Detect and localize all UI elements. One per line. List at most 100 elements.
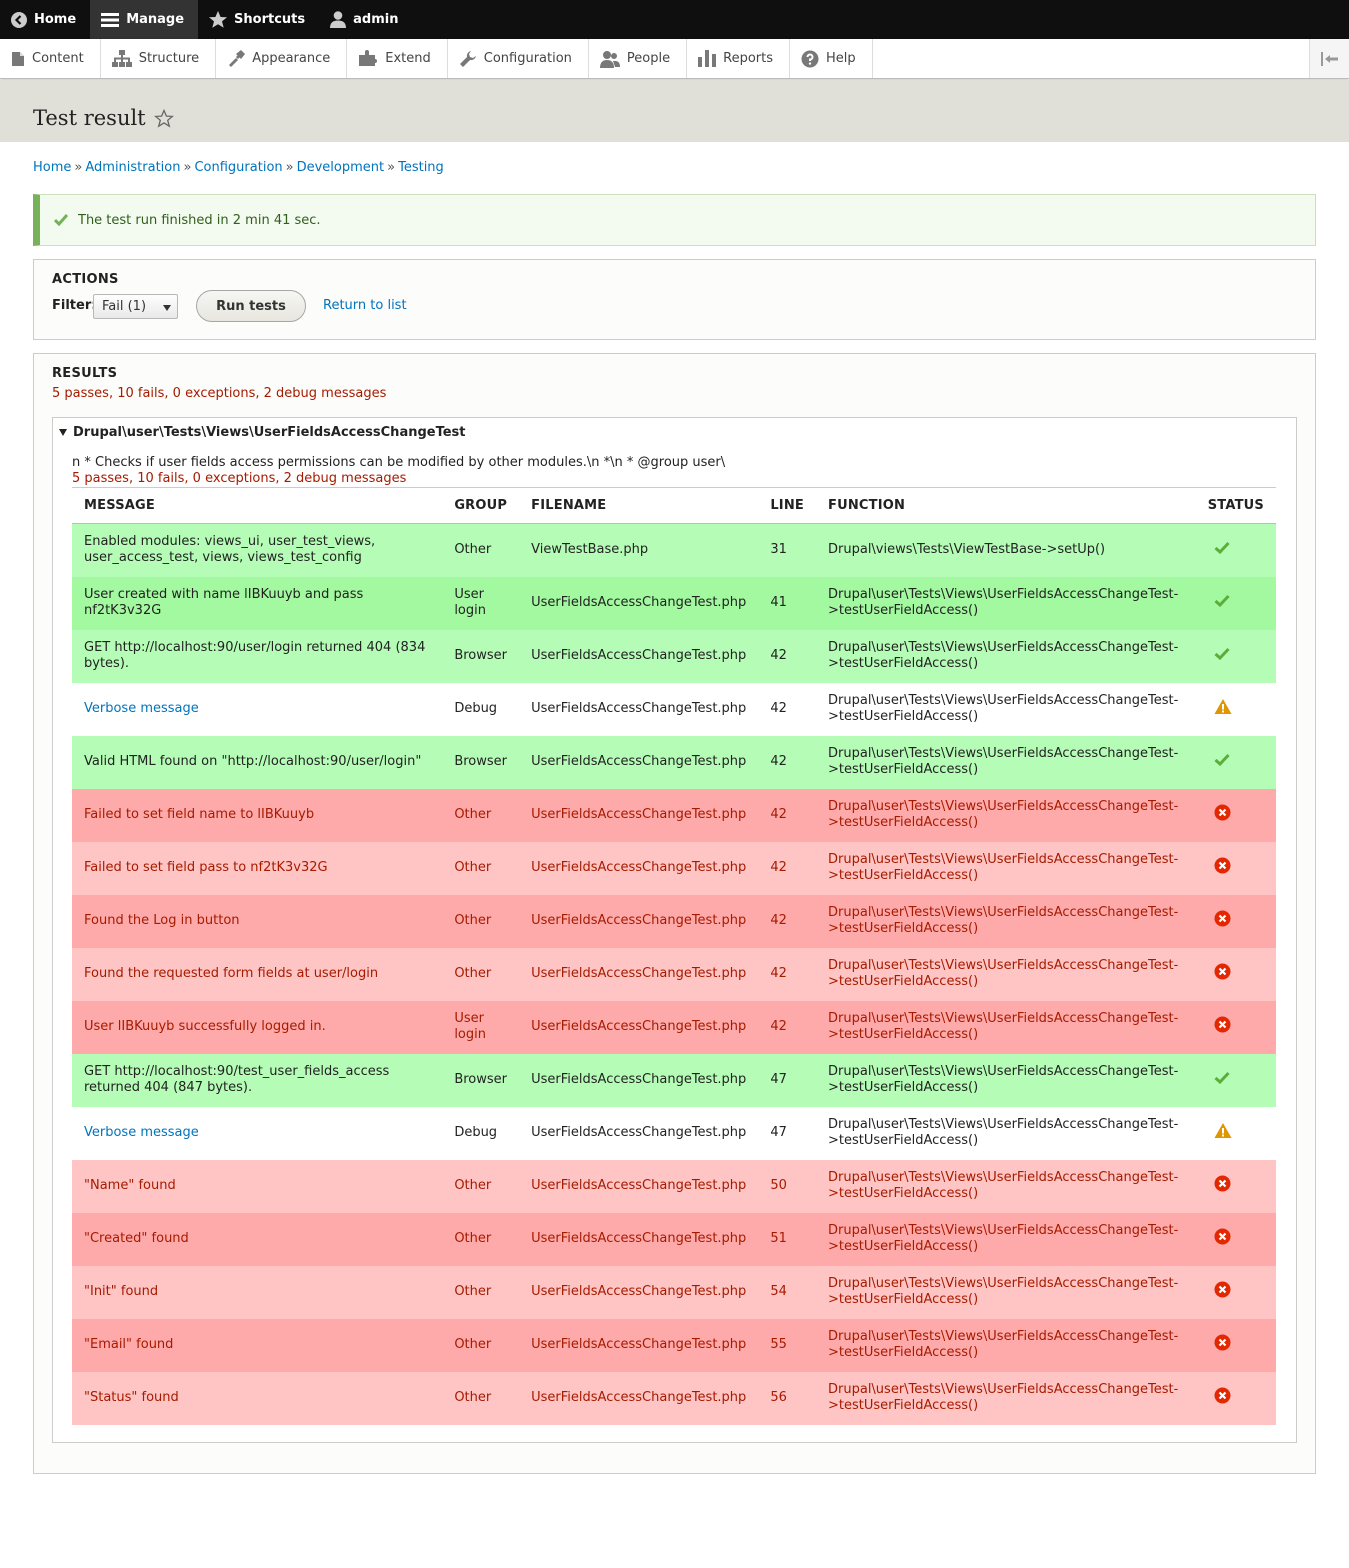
tray-item-people[interactable]: People (589, 39, 688, 78)
cell-function: Drupal\user\Tests\Views\UserFieldsAccess… (816, 629, 1196, 683)
verbose-message-link[interactable]: Verbose message (84, 701, 199, 716)
toolbar-shortcuts-label: Shortcuts (234, 12, 306, 27)
column-header: GROUP (442, 487, 520, 524)
star-icon (209, 11, 228, 28)
cell-status (1195, 1159, 1276, 1213)
cell-line: 42 (758, 894, 816, 948)
error-x-icon (1214, 857, 1231, 878)
tray-item-extend[interactable]: Extend (347, 39, 448, 78)
toolbar-home[interactable]: Home (0, 0, 90, 39)
cell-message: GET http://localhost:90/user/login retur… (72, 629, 443, 683)
run-tests-button[interactable]: Run tests (196, 290, 306, 322)
cell-status (1195, 1371, 1276, 1425)
cell-message: User lIBKuuyb successfully logged in. (72, 1000, 443, 1054)
test-group-summary[interactable]: Drupal\user\Tests\Views\UserFieldsAccess… (59, 425, 466, 440)
cell-function: Drupal\user\Tests\Views\UserFieldsAccess… (816, 682, 1196, 736)
results-table: MESSAGE GROUP FILENAME LINE FUNCTION STA… (72, 487, 1276, 1425)
disclosure-triangle-icon (59, 429, 67, 436)
cell-function: Drupal\user\Tests\Views\UserFieldsAccess… (816, 1000, 1196, 1054)
cell-status (1195, 841, 1276, 895)
cell-filename: UserFieldsAccessChangeTest.php (519, 629, 759, 683)
table-row: Verbose message Debug UserFieldsAccessChan… (72, 682, 1276, 736)
cell-group: Debug (442, 1106, 520, 1160)
column-header: STATUS (1195, 487, 1276, 524)
return-to-list-link[interactable]: Return to list (323, 298, 407, 313)
table-row: Found the Log in button Other UserFieldsAc… (72, 894, 1276, 948)
page-title: Test result (33, 106, 174, 130)
message-text: Failed to set field name to lIBKuuyb (84, 807, 315, 822)
tray-item-label: People (626, 51, 671, 66)
tray-item-structure[interactable]: Structure (101, 39, 217, 78)
message-text: Enabled modules: views_ui, user_test_vie… (84, 534, 376, 566)
tray-item-help[interactable]: Help (790, 39, 873, 78)
breadcrumb-development[interactable]: Development (297, 160, 385, 175)
message-text: Failed to set field pass to nf2tK3v32G (84, 860, 328, 875)
tray-item-label: Content (32, 51, 84, 66)
message-text: Found the requested form fields at user/… (84, 966, 379, 981)
table-row: Failed to set field name to lIBKuuyb Othe… (72, 788, 1276, 842)
cell-filename: UserFieldsAccessChangeTest.php (519, 1212, 759, 1266)
tray-orientation-toggle[interactable] (1309, 39, 1349, 78)
table-row: "Init" found Other UserFieldsAccessChangeT… (72, 1265, 1276, 1319)
cell-filename: UserFieldsAccessChangeTest.php (519, 1318, 759, 1372)
column-header: LINE (758, 487, 816, 524)
toolbar-user-label: admin (353, 12, 399, 27)
message-text: "Email" found (84, 1337, 174, 1352)
cell-status (1195, 894, 1276, 948)
actions-legend: ACTIONS (52, 272, 119, 287)
filter-label: Filter: (52, 298, 97, 313)
cell-status (1195, 1318, 1276, 1372)
cell-filename: UserFieldsAccessChangeTest.php (519, 841, 759, 895)
tray-item-reports[interactable]: Reports (687, 39, 790, 78)
toolbar-manage[interactable]: Manage (90, 0, 199, 39)
breadcrumb-home[interactable]: Home (33, 160, 71, 175)
breadcrumb-configuration[interactable]: Configuration (194, 160, 282, 175)
star-outline-icon[interactable] (153, 108, 174, 128)
cell-line: 42 (758, 947, 816, 1001)
cell-line: 41 (758, 576, 816, 630)
error-x-icon (1214, 1334, 1231, 1355)
cell-line: 42 (758, 682, 816, 736)
table-row: Verbose message Debug UserFieldsAccessChan… (72, 1106, 1276, 1160)
cell-line: 56 (758, 1371, 816, 1425)
filter-select[interactable]: Fail (1) (93, 294, 178, 319)
cell-group: Other (442, 1159, 520, 1213)
toolbar-shortcuts[interactable]: Shortcuts (198, 0, 319, 39)
cell-function: Drupal\user\Tests\Views\UserFieldsAccess… (816, 735, 1196, 789)
tray-item-appearance[interactable]: Appearance (216, 39, 348, 78)
cell-line: 47 (758, 1106, 816, 1160)
cell-line: 47 (758, 1053, 816, 1107)
tray-item-configuration[interactable]: Configuration (448, 39, 589, 78)
cell-group: User login (442, 1000, 520, 1054)
breadcrumb: Home» Administration» Configuration» Develo… (33, 160, 444, 175)
column-header: FILENAME (519, 487, 759, 524)
breadcrumb-administration[interactable]: Administration (85, 160, 180, 175)
tray-item-label: Reports (723, 51, 773, 66)
breadcrumb-testing[interactable]: Testing (398, 160, 444, 175)
message-text: Valid HTML found on "http://localhost:90… (84, 754, 422, 769)
help-icon (801, 50, 819, 67)
cell-group: Other (442, 1212, 520, 1266)
people-icon (599, 50, 620, 68)
warning-icon (1214, 1123, 1232, 1143)
cell-message: Verbose message (72, 1106, 443, 1160)
toolbar-user[interactable]: admin (319, 0, 412, 39)
cell-group: Other (442, 523, 520, 577)
cell-function: Drupal\user\Tests\Views\UserFieldsAccess… (816, 1053, 1196, 1107)
cell-message: "Created" found (72, 1212, 443, 1266)
checkmark-icon (1214, 647, 1230, 664)
tray-item-label: Appearance (252, 51, 331, 66)
cell-message: "Init" found (72, 1265, 443, 1319)
table-row: GET http://localhost:90/user/login retur… (72, 629, 1276, 683)
admin-tray: Content Structure Appearance Extend Conf… (0, 39, 1349, 79)
cell-group: Browser (442, 735, 520, 789)
tray-item-content[interactable]: Content (0, 39, 101, 78)
cell-line: 42 (758, 629, 816, 683)
cell-status (1195, 1212, 1276, 1266)
cell-message: Verbose message (72, 682, 443, 736)
cell-message: Valid HTML found on "http://localhost:90… (72, 735, 443, 789)
error-x-icon (1214, 1228, 1231, 1249)
message-text: "Created" found (84, 1231, 189, 1246)
verbose-message-link[interactable]: Verbose message (84, 1125, 199, 1140)
column-header: FUNCTION (816, 487, 1196, 524)
